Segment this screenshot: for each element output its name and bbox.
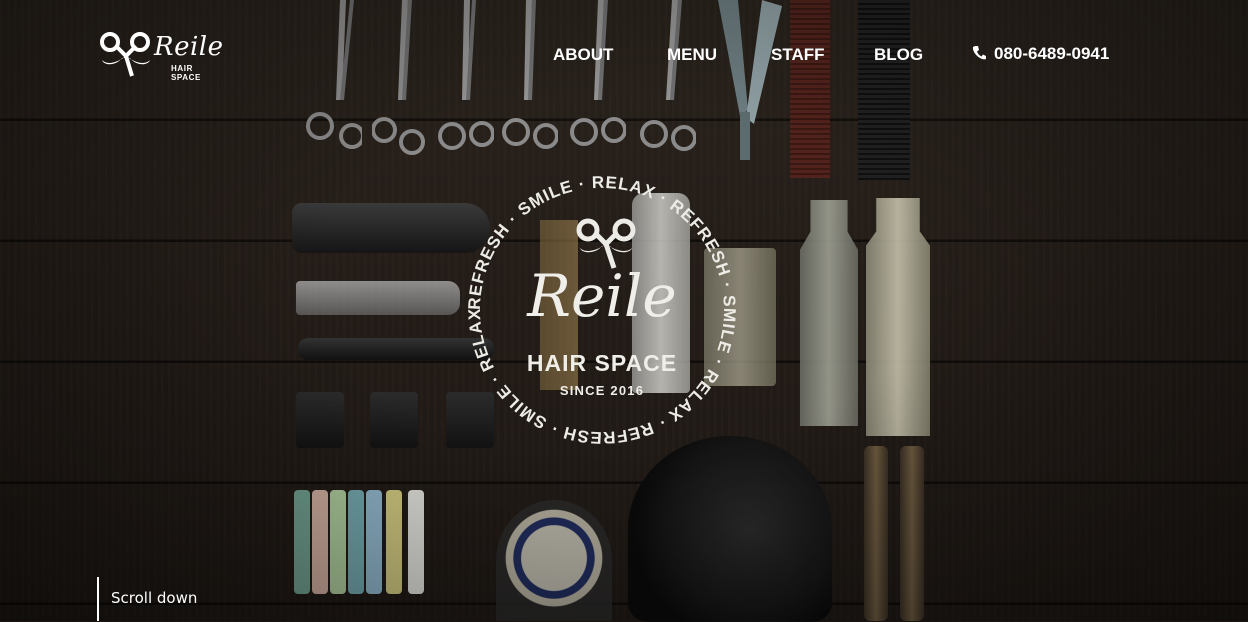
emblem-subtitle: HAIR SPACE <box>526 350 678 376</box>
nav-item-blog[interactable]: BLOG <box>874 45 923 65</box>
emblem-title: Reile <box>527 262 677 330</box>
emblem-since: SINCE 2016 <box>559 383 645 398</box>
nav-item-about[interactable]: ABOUT <box>553 45 613 65</box>
phone-link[interactable]: 080-6489-0941 <box>972 44 1109 64</box>
logo-subtitle: HAIR SPACE <box>171 64 201 82</box>
nav-item-menu[interactable]: MENU <box>667 45 717 65</box>
phone-number: 080-6489-0941 <box>994 44 1110 63</box>
site-header: Reile HAIR SPACE ABOUT MENU STAFF BLOG 0… <box>0 0 1248 110</box>
scissors-mustache-icon <box>100 32 150 77</box>
center-emblem: REFRESH · SMILE · RELAX · REFRESH · SMIL… <box>460 168 744 452</box>
logo-name: Reile <box>154 32 224 62</box>
nav-item-staff[interactable]: STAFF <box>771 45 825 65</box>
site-logo[interactable]: Reile HAIR SPACE <box>96 30 224 82</box>
scroll-line <box>97 577 99 621</box>
scroll-down-label: Scroll down <box>111 589 198 607</box>
phone-icon <box>972 46 986 60</box>
